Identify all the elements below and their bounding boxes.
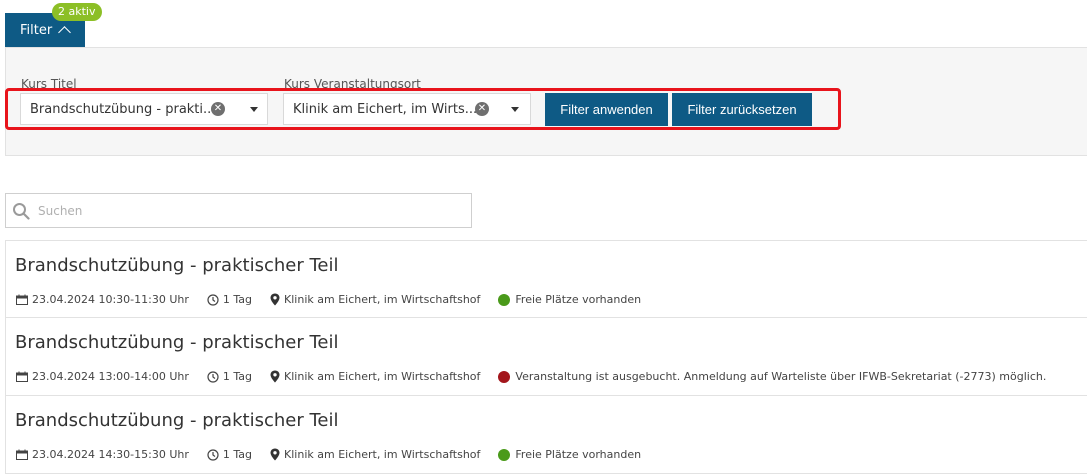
course-datetime: 23.04.2024 14:30-15:30 Uhr xyxy=(32,448,189,461)
course-list-item[interactable]: Brandschutzübung - praktischer Teil 23.0… xyxy=(5,318,1087,396)
location-pin-icon xyxy=(270,293,280,306)
clear-icon[interactable]: ✕ xyxy=(211,102,225,116)
search-box[interactable] xyxy=(5,193,472,228)
course-title[interactable]: Brandschutzübung - praktischer Teil xyxy=(15,332,338,353)
course-datetime: 23.04.2024 13:00-14:00 Uhr xyxy=(32,370,189,383)
course-location-text: Klinik am Eichert, im Wirtschaftshof xyxy=(284,448,481,461)
course-location-select[interactable]: Klinik am Eichert, im Wirts... ✕ xyxy=(283,93,531,125)
course-status: Veranstaltung ist ausgebucht. Anmeldung … xyxy=(498,370,1046,383)
status-dot-icon xyxy=(498,293,511,306)
clear-icon[interactable]: ✕ xyxy=(475,102,489,116)
course-date: 23.04.2024 10:30-11:30 Uhr xyxy=(16,293,189,306)
clock-icon xyxy=(207,448,219,461)
course-list-item[interactable]: Brandschutzübung - praktischer Teil 23.0… xyxy=(5,240,1087,318)
course-location-select-value: Klinik am Eichert, im Wirts... xyxy=(293,102,478,117)
clock-icon xyxy=(207,293,219,306)
course-title[interactable]: Brandschutzübung - praktischer Teil xyxy=(15,255,338,276)
calendar-icon xyxy=(16,449,28,460)
location-pin-icon xyxy=(270,370,280,383)
chevron-down-icon[interactable] xyxy=(250,107,258,112)
course-location-filter-label: Kurs Veranstaltungsort xyxy=(284,77,421,91)
course-meta: 23.04.2024 10:30-11:30 Uhr 1 Tag Klinik … xyxy=(16,293,659,306)
course-location-text: Klinik am Eichert, im Wirtschaftshof xyxy=(284,293,481,306)
location-pin-icon xyxy=(270,448,280,461)
calendar-icon xyxy=(16,371,28,382)
course-status-text: Freie Plätze vorhanden xyxy=(515,293,642,306)
course-title-filter-label: Kurs Titel xyxy=(21,77,77,91)
chevron-down-icon[interactable] xyxy=(511,107,519,112)
course-duration-text: 1 Tag xyxy=(222,448,253,461)
course-title-select[interactable]: Brandschutzübung - prakti... ✕ xyxy=(20,93,268,125)
course-meta: 23.04.2024 14:30-15:30 Uhr 1 Tag Klinik … xyxy=(16,448,659,461)
reset-filter-button[interactable]: Filter zurücksetzen xyxy=(672,93,812,126)
course-list-item[interactable]: Brandschutzübung - praktischer Teil 23.0… xyxy=(5,396,1087,474)
course-status: Freie Plätze vorhanden xyxy=(498,448,641,461)
course-duration: 1 Tag xyxy=(207,370,252,383)
chevron-up-icon xyxy=(58,25,72,39)
course-date: 23.04.2024 13:00-14:00 Uhr xyxy=(16,370,189,383)
active-filter-badge: 2 aktiv xyxy=(52,3,102,21)
course-duration: 1 Tag xyxy=(207,448,252,461)
course-status: Freie Plätze vorhanden xyxy=(498,293,641,306)
course-meta: 23.04.2024 13:00-14:00 Uhr 1 Tag Klinik … xyxy=(16,370,1064,383)
course-duration-text: 1 Tag xyxy=(222,293,253,306)
course-title[interactable]: Brandschutzübung - praktischer Teil xyxy=(15,410,338,431)
course-location: Klinik am Eichert, im Wirtschaftshof xyxy=(270,448,480,461)
clock-icon xyxy=(207,370,219,383)
filter-tab-label: Filter xyxy=(20,22,53,38)
course-location: Klinik am Eichert, im Wirtschaftshof xyxy=(270,293,480,306)
status-dot-icon xyxy=(498,448,511,461)
course-duration-text: 1 Tag xyxy=(222,370,253,383)
course-title-select-value: Brandschutzübung - prakti... xyxy=(30,102,216,117)
course-status-text: Freie Plätze vorhanden xyxy=(515,448,642,461)
course-date: 23.04.2024 14:30-15:30 Uhr xyxy=(16,448,189,461)
course-location: Klinik am Eichert, im Wirtschaftshof xyxy=(270,370,480,383)
course-location-text: Klinik am Eichert, im Wirtschaftshof xyxy=(284,370,481,383)
status-dot-icon xyxy=(498,370,511,383)
apply-filter-button[interactable]: Filter anwenden xyxy=(545,93,668,126)
course-datetime: 23.04.2024 10:30-11:30 Uhr xyxy=(32,293,189,306)
search-icon xyxy=(13,203,30,220)
course-duration: 1 Tag xyxy=(207,293,252,306)
course-status-text: Veranstaltung ist ausgebucht. Anmeldung … xyxy=(515,370,1047,383)
calendar-icon xyxy=(16,294,28,305)
search-input[interactable] xyxy=(36,200,460,222)
